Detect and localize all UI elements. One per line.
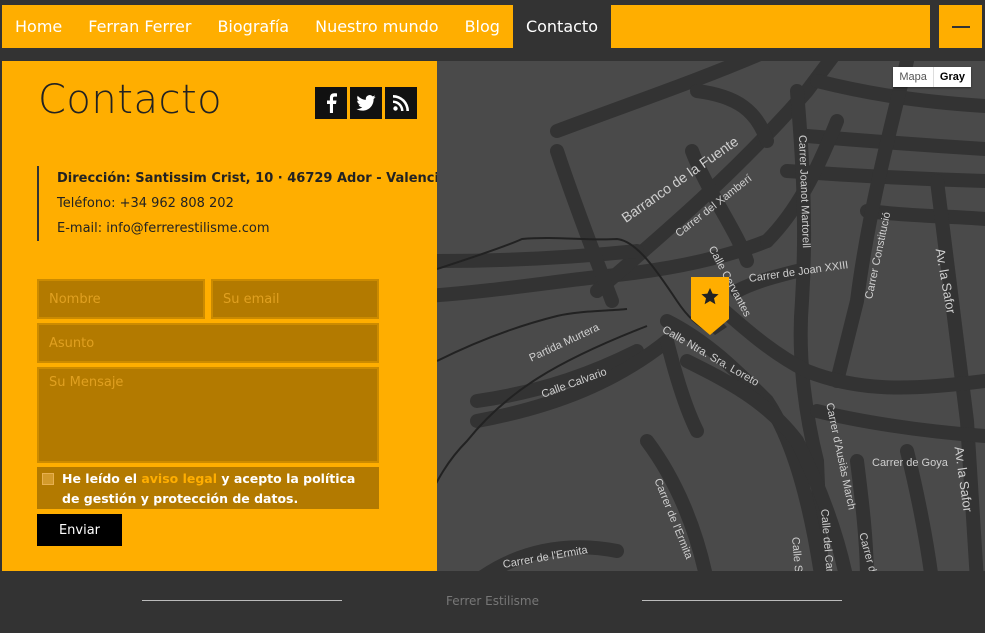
footer-divider-right: [642, 600, 842, 601]
nav-biografia[interactable]: Biografía: [204, 5, 302, 48]
nav-blog[interactable]: Blog: [452, 5, 513, 48]
nav-home[interactable]: Home: [2, 5, 75, 48]
contact-panel: Contacto Dirección: Santissim Crist, 10 …: [2, 61, 448, 571]
legal-prefix: He leído el: [62, 471, 142, 486]
map-type-gray-button[interactable]: Gray: [932, 67, 971, 87]
map-type-mapa-button[interactable]: Mapa: [893, 67, 933, 87]
minus-icon: [951, 25, 970, 28]
email-input[interactable]: Su email: [211, 279, 379, 319]
subject-input[interactable]: Asunto: [37, 323, 379, 363]
twitter-icon[interactable]: [350, 87, 382, 119]
rss-icon[interactable]: [385, 87, 417, 119]
name-input[interactable]: Nombre: [37, 279, 205, 319]
nav-nuestro-mundo[interactable]: Nuestro mundo: [302, 5, 451, 48]
legal-checkbox[interactable]: [42, 473, 54, 485]
map-type-control: Mapa Gray: [893, 67, 971, 87]
page-title: Contacto: [38, 77, 223, 123]
nav-contacto[interactable]: Contacto: [512, 5, 611, 48]
facebook-icon[interactable]: [315, 87, 347, 119]
send-button[interactable]: Enviar: [37, 514, 122, 546]
nav-ferran-ferrer[interactable]: Ferran Ferrer: [75, 5, 204, 48]
footer-brand: Ferrer Estilisme: [445, 594, 540, 608]
address-text: Dirección: Santissim Crist, 10 · 46729 A…: [57, 171, 448, 186]
main-nav: Home Ferran Ferrer Biografía Nuestro mun…: [2, 5, 930, 48]
email-text: E-mail: info@ferrerestilisme.com: [57, 221, 270, 236]
contact-details: Dirección: Santissim Crist, 10 · 46729 A…: [37, 166, 448, 241]
phone-text: Teléfono: +34 962 808 202: [57, 196, 234, 211]
menu-toggle-button[interactable]: [939, 5, 982, 48]
message-textarea[interactable]: Su Mensaje: [37, 367, 379, 463]
social-links: [315, 87, 417, 119]
map[interactable]: Barranco de la Fuente Carrer del Xamberí…: [437, 61, 985, 571]
legal-consent: He leído el aviso legal y acepto la polí…: [37, 467, 379, 509]
legal-notice-link[interactable]: aviso legal: [141, 471, 217, 486]
street-label: Carrer de Goya: [872, 457, 948, 469]
